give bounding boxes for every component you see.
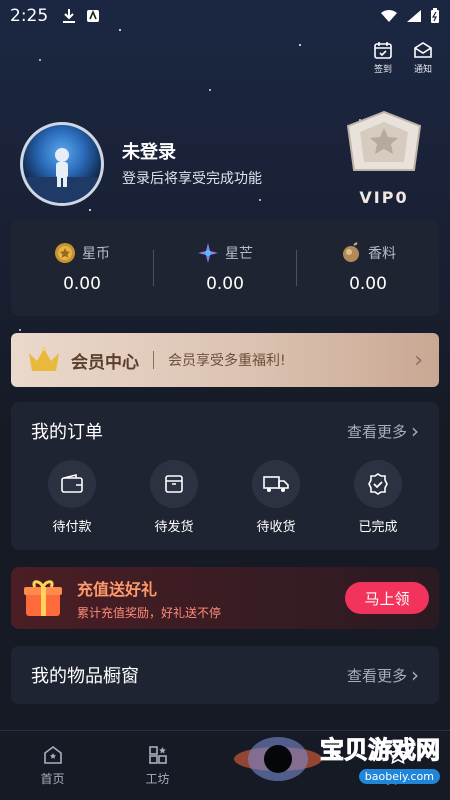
vip-crown-icon: [346, 110, 422, 171]
member-center-desc: 会员享受多重福利!: [168, 353, 286, 369]
top-actions: 签到 通知: [370, 40, 436, 75]
orders-title: 我的订单: [31, 422, 103, 443]
wallet-value: 0.00: [63, 274, 101, 294]
calendar-icon: [374, 42, 392, 59]
orders-card: 我的订单 查看更多 › 待付款 待发货 待收货 已完成: [11, 402, 439, 550]
status-bar: 2:25: [0, 0, 450, 32]
wallet-card: 星币 0.00 星芒 0.00 香料 0.00: [11, 220, 439, 316]
nav-label: 工坊: [145, 772, 170, 786]
order-pending-receipt[interactable]: 待收货: [236, 460, 316, 535]
wallet-value: 0.00: [206, 274, 244, 294]
check-badge-icon: [368, 473, 388, 495]
nav-home[interactable]: 首页: [18, 744, 88, 787]
chevron-right-icon: ›: [411, 663, 419, 687]
watermark-url: baobeiy.com: [358, 769, 440, 784]
chevron-right-icon: ›: [414, 347, 423, 373]
black-hole-icon: [233, 736, 322, 781]
login-tip: 登录后将享受完成功能: [122, 171, 262, 187]
checkin-label: 签到: [373, 65, 392, 75]
astronaut-avatar-image: [23, 148, 101, 203]
orders-more-link[interactable]: 查看更多 ›: [347, 419, 419, 443]
member-center-title: 会员中心: [71, 352, 139, 373]
showcase-card: 我的物品橱窗 查看更多 ›: [11, 646, 439, 704]
crown-icon: [29, 347, 59, 371]
vip-badge[interactable]: VIP0: [338, 106, 430, 207]
notification-button[interactable]: 通知: [410, 40, 436, 75]
download-icon: [63, 9, 76, 23]
recharge-subtitle: 累计充值奖励，好礼送不停: [77, 605, 222, 620]
chevron-right-icon: ›: [411, 419, 419, 443]
status-time: 2:25: [10, 6, 49, 26]
nav-workshop[interactable]: 工坊: [123, 744, 193, 787]
wifi-icon: [381, 9, 397, 22]
wallet-label: 星芒: [225, 246, 253, 262]
order-label: 待付款: [52, 520, 92, 535]
checkin-button[interactable]: 签到: [370, 40, 396, 75]
order-label: 已完成: [358, 520, 398, 535]
app-notification-icon: [87, 9, 100, 22]
battery-icon: [431, 8, 439, 23]
claim-now-button[interactable]: 马上领: [345, 582, 429, 614]
coin-icon: [55, 243, 75, 263]
recharge-banner[interactable]: 充值送好礼 累计充值奖励，好礼送不停 马上领: [11, 567, 439, 629]
gift-icon: [24, 580, 62, 616]
wallet-value: 0.00: [349, 274, 387, 294]
nav-label: 首页: [40, 772, 65, 786]
wallet-item-xingmang[interactable]: 星芒 0.00: [154, 242, 296, 294]
more-label: 查看更多: [346, 666, 407, 685]
order-label: 待发货: [154, 520, 194, 535]
watermark: 宝贝游戏网 baobeiy.com: [320, 730, 441, 784]
wallet-icon: [61, 473, 83, 493]
notification-label: 通知: [413, 65, 432, 75]
home-icon: [43, 746, 62, 764]
star-sparkle-icon: [198, 243, 218, 263]
avatar[interactable]: [20, 122, 104, 206]
order-completed[interactable]: 已完成: [338, 460, 418, 535]
wallet-item-xingbi[interactable]: 星币 0.00: [11, 242, 153, 294]
order-label: 待收货: [256, 520, 296, 535]
username[interactable]: 未登录: [122, 138, 176, 164]
wallet-item-xiangliao[interactable]: 香料 0.00: [297, 242, 439, 294]
order-pending-shipment[interactable]: 待发货: [134, 460, 214, 535]
vip-label: VIP0: [359, 188, 409, 207]
order-pending-payment[interactable]: 待付款: [32, 460, 112, 535]
signal-icon: [407, 10, 421, 22]
more-label: 查看更多: [346, 422, 407, 441]
profile-section: 未登录 登录后将享受完成功能 VIP0: [20, 110, 430, 210]
showcase-more-link[interactable]: 查看更多 ›: [347, 663, 419, 687]
recharge-title: 充值送好礼: [77, 579, 158, 599]
showcase-title: 我的物品橱窗: [31, 666, 139, 687]
wallet-label: 星币: [82, 246, 110, 262]
workshop-icon: [148, 746, 167, 764]
divider: [153, 351, 154, 369]
member-center-banner[interactable]: 会员中心 会员享受多重福利! ›: [11, 333, 439, 387]
nav-center-blackhole[interactable]: [228, 729, 328, 789]
package-icon: [165, 475, 183, 493]
spice-icon: [343, 242, 359, 262]
wallet-label: 香料: [368, 246, 396, 262]
envelope-icon: [414, 42, 432, 58]
truck-icon: [263, 476, 289, 492]
watermark-title: 宝贝游戏网: [320, 736, 441, 765]
